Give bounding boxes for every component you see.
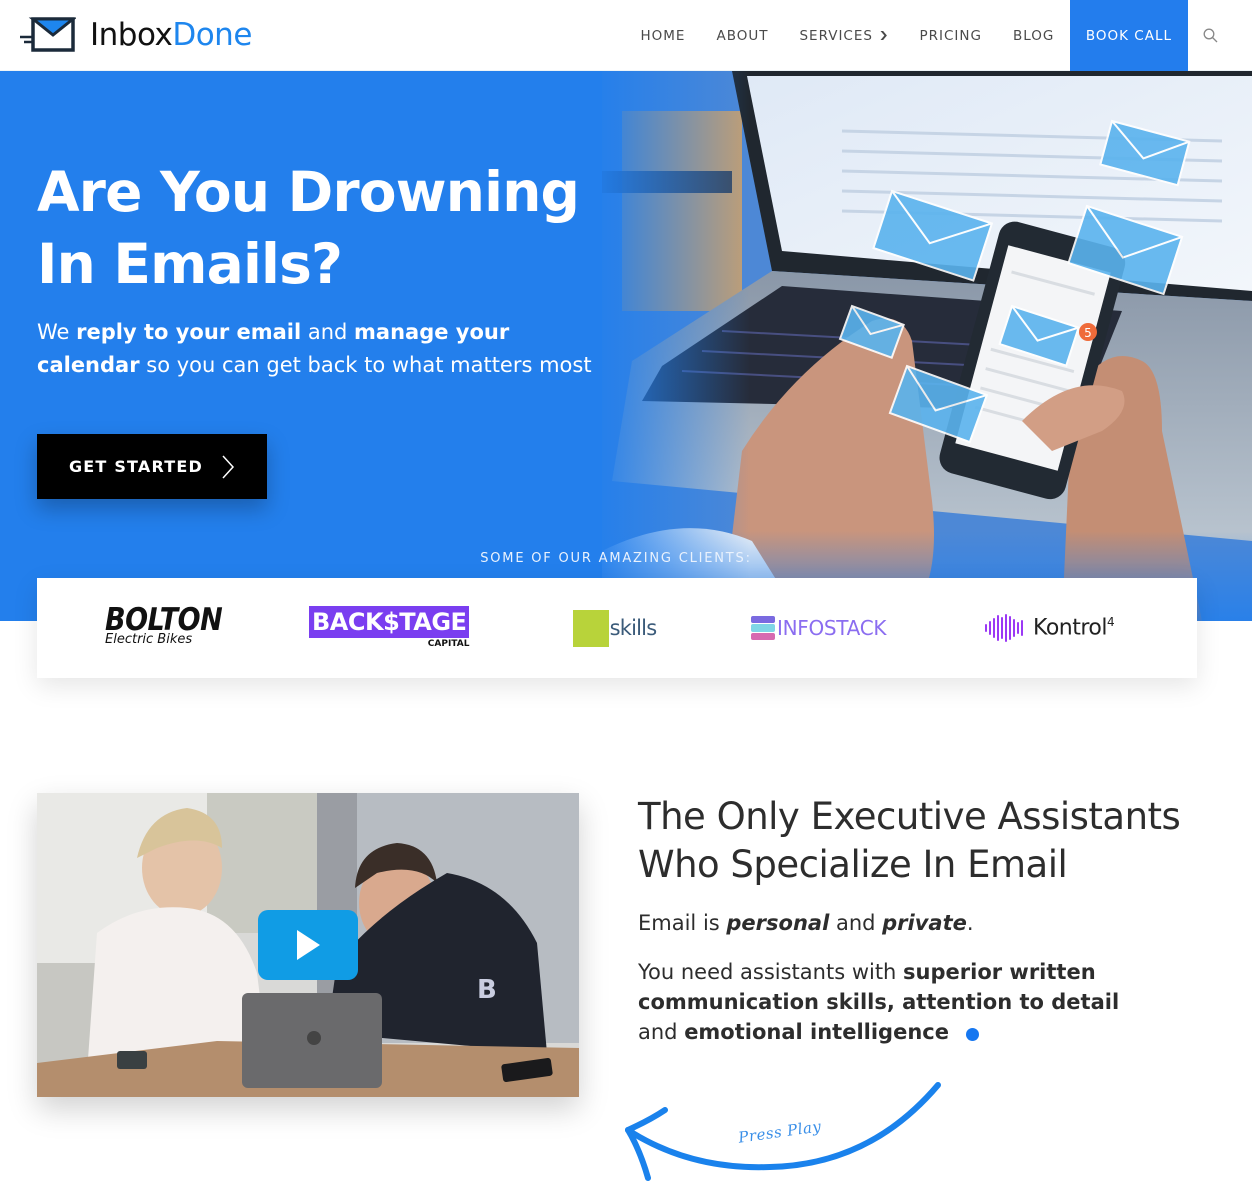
nav-blog[interactable]: BLOG <box>997 0 1069 71</box>
nav-about[interactable]: ABOUT <box>701 0 784 71</box>
p1-text: and <box>829 911 883 935</box>
adskills-box <box>573 609 609 647</box>
stack-icon <box>751 616 775 641</box>
p2-bold: emotional intelligence <box>684 1020 949 1044</box>
soundwave-icon <box>985 613 1025 643</box>
section-title-line2: Who Specialize In Email <box>638 843 1068 886</box>
section-title: The Only Executive Assistants Who Specia… <box>638 793 1218 889</box>
infostack-name: INFOSTACK <box>777 616 887 640</box>
svg-text:B: B <box>477 975 497 1005</box>
hero-subtitle-text: so you can get back to what matters most <box>139 353 592 377</box>
nav-home[interactable]: HOME <box>625 0 701 71</box>
nav-services[interactable]: SERVICES ❯ <box>784 0 904 71</box>
nav-about-label: ABOUT <box>716 27 769 44</box>
logo-text-inbox: Inbox <box>90 17 173 53</box>
nav-pricing[interactable]: PRICING <box>904 0 997 71</box>
envelope-logo-icon <box>20 17 76 52</box>
section-paragraph-2: You need assistants with superior writte… <box>638 957 1138 1047</box>
backstage-name: BACK$TAGE <box>309 606 470 638</box>
book-call-label: BOOK CALL <box>1085 27 1172 44</box>
blue-dot <box>966 1028 979 1041</box>
nav-blog-label: BLOG <box>1012 27 1055 44</box>
kontrol-text: Kontrol <box>1033 615 1108 641</box>
get-started-button[interactable]: GET STARTED <box>37 434 267 499</box>
hero-subtitle: We reply to your email and manage your c… <box>37 316 617 382</box>
kontrol-name: Kontrol4 <box>1033 615 1115 641</box>
client-logo-infostack: INFOSTACK <box>751 578 886 678</box>
p2-text: and <box>638 1020 685 1044</box>
book-call-button[interactable]: BOOK CALL <box>1069 0 1188 71</box>
hero-title-line1: Are You Drowning <box>37 160 580 224</box>
hero-title-line2: In Emails? <box>37 232 343 296</box>
bolton-name: BOLTON <box>105 602 223 639</box>
get-started-label: GET STARTED <box>68 457 204 476</box>
logo-text: InboxDone <box>90 17 252 53</box>
p1-italic: private <box>882 911 967 935</box>
clients-bar: BOLTON Electric Bikes BACK$TAGE CAPITAL … <box>37 578 1197 678</box>
hero-subtitle-bold: reply to your email <box>76 320 302 344</box>
nav-services-label: SERVICES <box>799 27 873 44</box>
play-icon <box>297 930 320 960</box>
notification-count: 5 <box>1084 326 1092 340</box>
client-logo-bolton: BOLTON Electric Bikes <box>105 578 223 678</box>
play-button[interactable] <box>258 910 358 980</box>
nav-home-label: HOME <box>640 27 686 44</box>
chevron-down-icon: ❯ <box>878 30 890 41</box>
hero-section: 5 Are You Drowning In Emails? We reply t… <box>0 71 1252 621</box>
section-title-line1: The Only Executive Assistants <box>638 795 1181 838</box>
chevron-right-icon <box>222 454 235 479</box>
logo[interactable]: InboxDone <box>18 15 252 55</box>
p1-text: . <box>966 911 974 935</box>
p2-text: You need assistants with <box>638 960 904 984</box>
kontrol-sup: 4 <box>1107 615 1115 630</box>
logo-text-done: Done <box>172 17 252 53</box>
search-button[interactable] <box>1188 0 1232 71</box>
client-logo-adskills: adskills <box>573 578 658 678</box>
search-icon <box>1203 28 1217 43</box>
main-nav: HOME ABOUT SERVICES ❯ PRICING BLOG BOOK C… <box>625 0 1252 71</box>
p1-italic: personal <box>726 911 830 935</box>
p1-text: Email is <box>638 911 727 935</box>
hero-title: Are You Drowning In Emails? <box>37 156 597 300</box>
adskills-skills: skills <box>609 616 658 640</box>
section-paragraph-1: Email is personal and private. <box>638 907 974 939</box>
site-header: InboxDone HOME ABOUT SERVICES ❯ PRICING B… <box>0 0 1252 71</box>
backstage-tagline: CAPITAL <box>427 639 470 649</box>
client-logo-kontrol4: Kontrol4 <box>985 578 1115 678</box>
hero-subtitle-text: We <box>37 320 77 344</box>
nav-pricing-label: PRICING <box>919 27 982 44</box>
clients-label: SOME OF OUR AMAZING CLIENTS: <box>480 551 752 566</box>
hero-subtitle-text: and <box>301 320 355 344</box>
video-player[interactable]: B <box>37 793 579 1097</box>
client-logo-backstage: BACK$TAGE CAPITAL <box>309 578 470 678</box>
